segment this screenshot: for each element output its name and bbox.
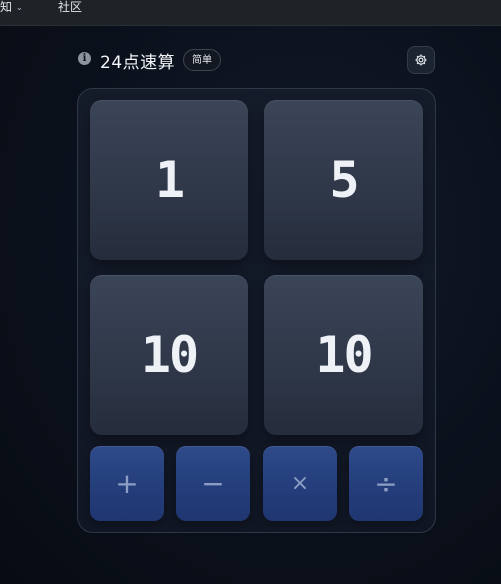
chevron-down-icon: ⌄ (16, 3, 23, 12)
multiply-button[interactable]: × (263, 446, 337, 521)
number-card[interactable]: 1 (90, 100, 248, 260)
subtract-button[interactable]: − (176, 446, 250, 521)
nav-item-label: 知 (0, 0, 13, 14)
number-card-value: 5 (329, 151, 359, 209)
number-card[interactable]: 10 (90, 275, 248, 435)
number-card-value: 10 (315, 326, 373, 384)
settings-button[interactable] (407, 46, 435, 74)
plus-icon: + (115, 467, 139, 500)
divide-button[interactable]: ÷ (349, 446, 423, 521)
info-icon[interactable]: i (78, 52, 91, 65)
number-card[interactable]: 5 (264, 100, 423, 260)
game-panel: 1 5 10 10 + − × ÷ (77, 88, 436, 533)
gear-icon (415, 54, 427, 66)
number-card[interactable]: 10 (264, 275, 423, 435)
divide-icon: ÷ (374, 467, 398, 500)
number-card-value: 10 (140, 326, 199, 384)
minus-icon: − (201, 467, 225, 500)
difficulty-badge[interactable]: 简单 (183, 49, 221, 71)
nav-item-label: 社区 (58, 0, 83, 14)
nav-item-notice[interactable]: 知 ⌄ (0, 0, 23, 14)
page-title: 24点速算 (100, 53, 176, 73)
game-header: i 24点速算 简单 (78, 46, 436, 76)
multiply-icon: × (290, 471, 310, 496)
add-button[interactable]: + (90, 446, 164, 521)
number-card-value: 1 (154, 151, 185, 209)
top-nav-bar: 知 ⌄ 社区 (0, 0, 501, 26)
nav-item-community[interactable]: 社区 (58, 0, 82, 14)
